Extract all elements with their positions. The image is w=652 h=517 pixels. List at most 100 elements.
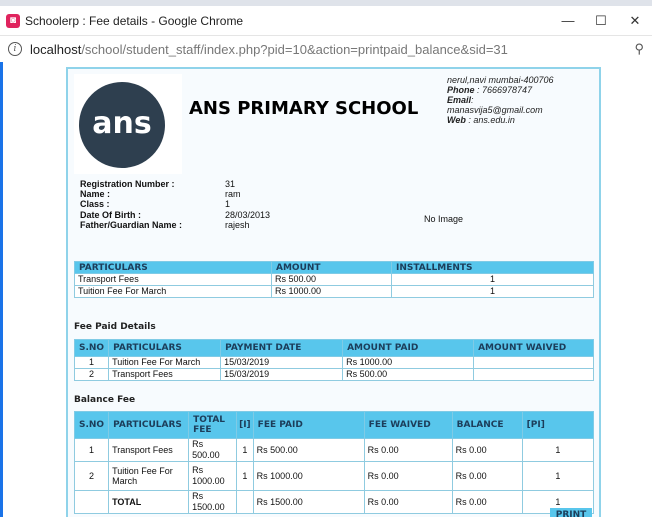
name-value: ram bbox=[225, 189, 241, 200]
table-cell: 1 bbox=[73, 438, 110, 462]
table-header: PAYMENT DATE bbox=[220, 339, 344, 357]
student-values: 31 ram 1 28/03/2013 rajesh bbox=[225, 179, 270, 230]
student-photo-placeholder: No Image bbox=[424, 214, 464, 224]
table-cell: 15/03/2019 bbox=[220, 368, 344, 381]
table-row: 2 Transport Fees 15/03/2019 Rs 500.00 bbox=[73, 368, 594, 381]
balance-fee-table: S.NO PARTICULARS TOTAL FEE [I] FEE PAID … bbox=[73, 411, 595, 514]
window-title: Schoolerp : Fee details - Google Chrome bbox=[25, 14, 244, 28]
school-address: nerul,navi mumbai-400706 bbox=[447, 75, 554, 85]
address-bar[interactable]: i localhost/school/student_staff/index.p… bbox=[0, 37, 652, 62]
table-header: FEE PAID bbox=[252, 411, 365, 439]
table-cell: Transport Fees bbox=[108, 368, 222, 381]
table-cell: Rs 500.00 bbox=[188, 438, 238, 462]
table-header: PARTICULARS bbox=[74, 261, 272, 274]
table-cell: Rs 500.00 bbox=[271, 273, 392, 286]
table-cell: Rs 1000.00 bbox=[342, 356, 475, 369]
table-cell: Tuition Fee For March bbox=[108, 461, 190, 491]
table-cell: Rs 1000.00 bbox=[271, 285, 392, 298]
table-cell: Rs 0.00 bbox=[451, 438, 523, 462]
table-row: 1 Tuition Fee For March 15/03/2019 Rs 10… bbox=[73, 356, 594, 369]
table-header: TOTAL FEE bbox=[188, 411, 238, 439]
table-cell: Rs 1500.00 bbox=[252, 490, 365, 514]
guardian-value: rajesh bbox=[225, 219, 250, 230]
table-cell: Transport Fees bbox=[108, 438, 190, 462]
table-cell: Rs 0.00 bbox=[363, 438, 453, 462]
print-button[interactable]: PRINT bbox=[550, 508, 592, 517]
table-cell: 1 bbox=[391, 285, 594, 298]
table-cell: Rs 500.00 bbox=[342, 368, 475, 381]
table-cell: 1 bbox=[236, 461, 254, 491]
info-icon[interactable]: i bbox=[8, 42, 22, 56]
table-cell: 1 bbox=[521, 438, 595, 462]
url-text[interactable]: localhost/school/student_staff/index.php… bbox=[30, 42, 508, 57]
table-row: Tuition Fee For March Rs 1000.00 1 bbox=[74, 285, 594, 298]
table-cell: 2 bbox=[73, 368, 110, 381]
school-name: ANS PRIMARY SCHOOL bbox=[189, 98, 419, 119]
table-header: FEE WAIVED bbox=[363, 411, 453, 439]
app-icon: ◙ bbox=[6, 14, 20, 28]
fee-receipt: ans ANS PRIMARY SCHOOL nerul,navi mumbai… bbox=[66, 67, 601, 517]
registration-label: Registration Number : bbox=[80, 179, 175, 189]
email-label: Email bbox=[447, 95, 472, 105]
table-header: INSTALLMENTS bbox=[391, 261, 594, 274]
table-cell: 1 bbox=[521, 461, 595, 491]
class-value: 1 bbox=[225, 199, 231, 210]
table-cell: 1 bbox=[73, 356, 110, 369]
table-header: S.NO bbox=[73, 411, 110, 439]
url-host: localhost bbox=[30, 42, 82, 57]
table-total-row: TOTAL Rs 1500.00 Rs 1500.00 Rs 0.00 Rs 0… bbox=[73, 490, 595, 514]
email-value: manasvija5@gmail.com bbox=[447, 105, 543, 115]
table-cell: Rs 0.00 bbox=[363, 490, 453, 514]
table-row: Transport Fees Rs 500.00 1 bbox=[74, 273, 594, 286]
registration-value: 31 bbox=[225, 179, 236, 189]
dob-label: Date Of Birth : bbox=[80, 209, 142, 220]
particulars-table: PARTICULARS AMOUNT INSTALLMENTS Transpor… bbox=[74, 261, 594, 298]
table-header: AMOUNT bbox=[271, 261, 392, 274]
table-cell: 1 bbox=[236, 438, 254, 462]
table-header: PARTICULARS bbox=[108, 339, 222, 357]
table-cell: Rs 0.00 bbox=[363, 461, 453, 491]
table-row: 1 Transport Fees Rs 500.00 1 Rs 500.00 R… bbox=[73, 438, 595, 462]
table-cell: Rs 500.00 bbox=[252, 438, 365, 462]
table-cell: Transport Fees bbox=[74, 273, 272, 286]
logo-mark: ans bbox=[79, 82, 165, 168]
name-label: Name : bbox=[80, 189, 111, 200]
table-cell: 1 bbox=[391, 273, 594, 286]
table-cell bbox=[73, 490, 110, 514]
table-cell: 2 bbox=[73, 461, 110, 491]
school-logo: ans bbox=[74, 74, 182, 174]
window-titlebar: ◙ Schoolerp : Fee details - Google Chrom… bbox=[0, 6, 652, 36]
phone-label: Phone bbox=[447, 85, 475, 95]
table-cell: Tuition Fee For March bbox=[74, 285, 272, 298]
zoom-icon[interactable]: ⚲ bbox=[634, 41, 644, 57]
table-cell: Rs 1500.00 bbox=[188, 490, 238, 514]
class-label: Class : bbox=[80, 199, 110, 210]
table-cell: Rs 1000.00 bbox=[252, 461, 365, 491]
web-label: Web bbox=[447, 115, 466, 125]
table-header: AMOUNT WAIVED bbox=[473, 339, 594, 357]
page-content: ans ANS PRIMARY SCHOOL nerul,navi mumbai… bbox=[0, 62, 652, 517]
fee-paid-heading: Fee Paid Details bbox=[74, 322, 156, 332]
fee-paid-table: S.NO PARTICULARS PAYMENT DATE AMOUNT PAI… bbox=[73, 339, 594, 381]
table-header: [PI] bbox=[521, 411, 595, 439]
table-cell: Rs 1000.00 bbox=[188, 461, 238, 491]
window-edge bbox=[0, 62, 3, 517]
dob-value: 28/03/2013 bbox=[225, 209, 271, 220]
school-contact: nerul,navi mumbai-400706 Phone : 7666978… bbox=[447, 75, 554, 125]
student-labels: Registration Number : Name : Class : Dat… bbox=[80, 179, 182, 230]
table-header: PARTICULARS bbox=[108, 411, 190, 439]
table-header: [I] bbox=[236, 411, 254, 439]
maximize-button[interactable]: ☐ bbox=[586, 9, 616, 33]
total-label: TOTAL bbox=[108, 490, 190, 514]
balance-fee-heading: Balance Fee bbox=[74, 395, 136, 405]
table-cell bbox=[236, 490, 254, 514]
table-row: 2 Tuition Fee For March Rs 1000.00 1 Rs … bbox=[73, 461, 595, 491]
minimize-button[interactable]: — bbox=[553, 9, 583, 33]
table-header: S.NO bbox=[73, 339, 110, 357]
url-path: /school/student_staff/index.php?pid=10&a… bbox=[81, 42, 508, 57]
table-cell: Tuition Fee For March bbox=[108, 356, 222, 369]
phone-value: : 7666978747 bbox=[474, 85, 533, 95]
close-button[interactable]: ✕ bbox=[620, 9, 650, 33]
guardian-label: Father/Guardian Name : bbox=[80, 219, 183, 230]
table-header: AMOUNT PAID bbox=[342, 339, 475, 357]
